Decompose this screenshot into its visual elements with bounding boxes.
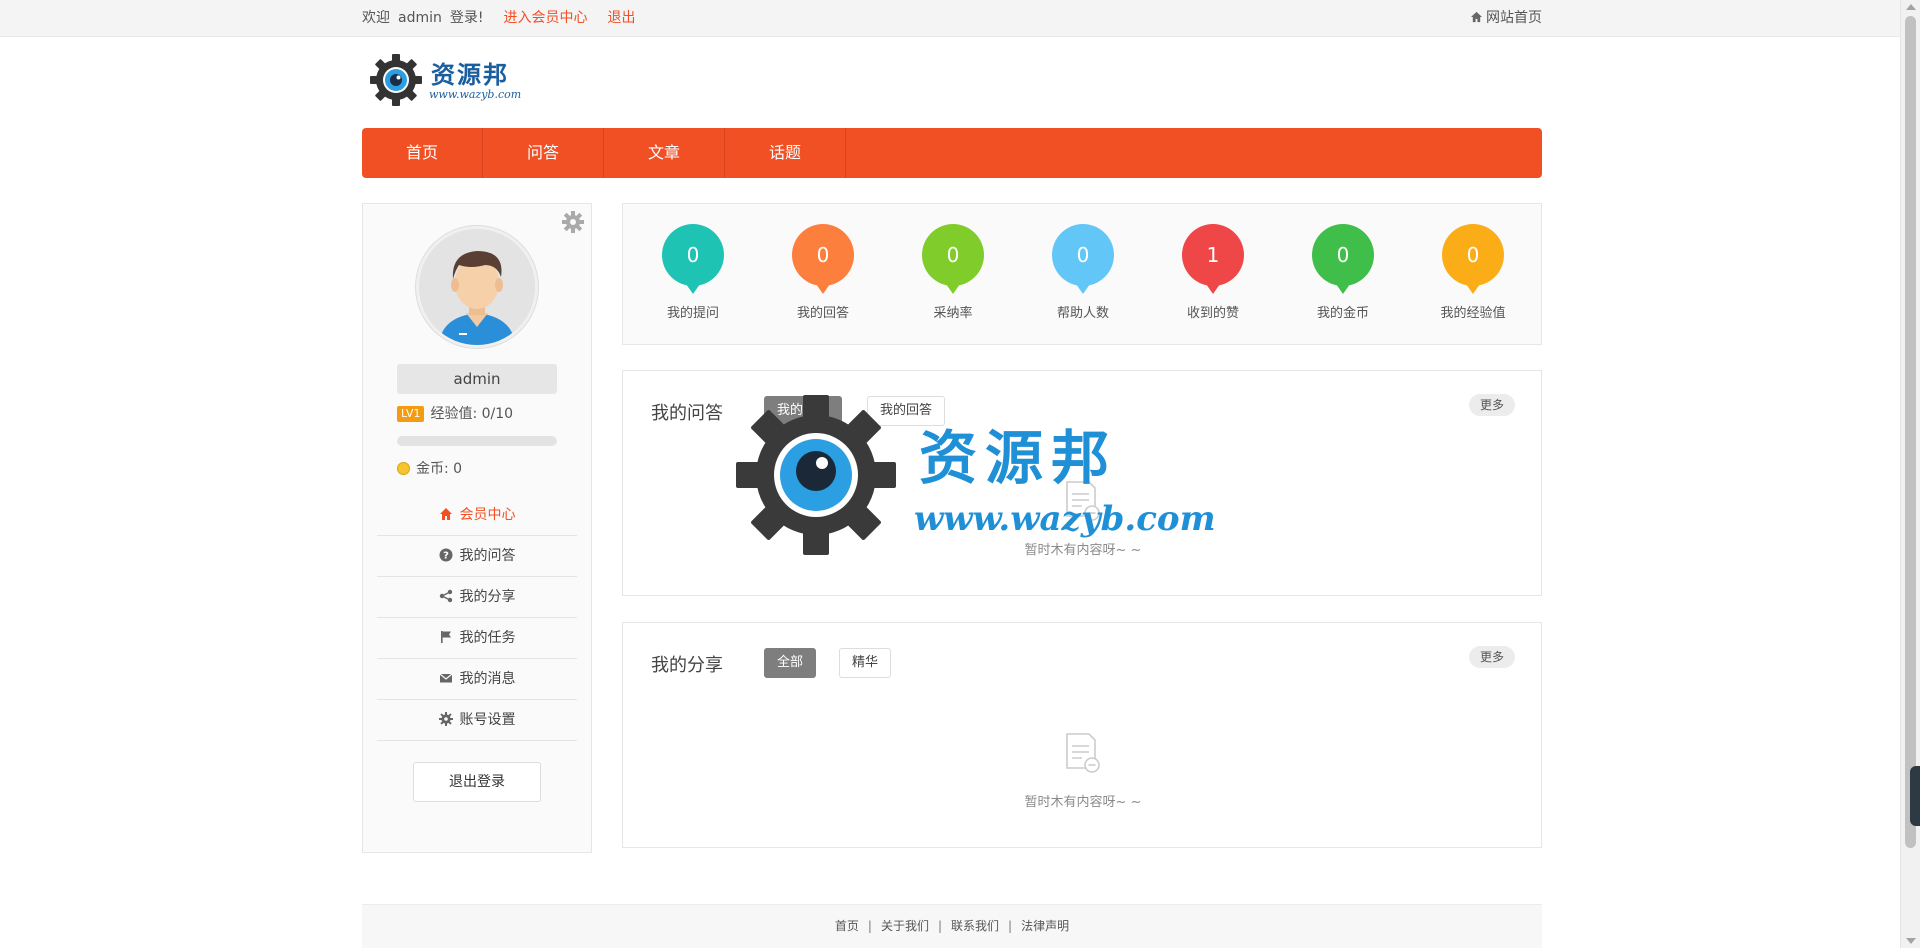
question-icon: ? xyxy=(439,548,452,562)
user-stats: 0 我的提问 0 我的回答 0 采纳率 0 帮助人数 1 收到的赞 0 我的金币 0 我的经验值 xyxy=(622,203,1542,345)
stat-label: 我的经验值 xyxy=(1440,306,1506,321)
sidebar-item-account-settings[interactable]: 账号设置 xyxy=(377,700,577,741)
stat-value-bubble: 0 xyxy=(662,224,724,294)
stat-value-bubble: 0 xyxy=(792,224,854,294)
coins-label: 金币: 0 xyxy=(416,461,463,477)
stat-my-exp[interactable]: 0 我的经验值 xyxy=(1423,224,1523,321)
footer-separator: | xyxy=(867,919,872,933)
sidebar-item-label: 账号设置 xyxy=(459,712,516,728)
stat-label: 采纳率 xyxy=(933,306,973,321)
exp-progress-bar xyxy=(397,436,557,446)
stat-label: 收到的赞 xyxy=(1186,306,1239,321)
avatar-illustration xyxy=(419,229,535,345)
my-shares-panel: 我的分享 全部 精华 更多 暂时木有内容呀~ ~ xyxy=(622,622,1542,848)
flag-icon xyxy=(440,631,451,643)
coins-row: 金币: 0 xyxy=(397,459,462,479)
settings-gear-icon[interactable] xyxy=(562,211,584,233)
share-icon xyxy=(439,589,452,603)
sidebar-item-label: 我的消息 xyxy=(459,671,516,687)
sidebar-item-label: 会员中心 xyxy=(459,507,516,523)
site-home-link[interactable]: 网站首页 xyxy=(1470,0,1542,37)
site-logo[interactable]: 资源邦 www.wazyb.com xyxy=(369,51,529,109)
gear-icon xyxy=(438,712,453,726)
logo-url: www.wazyb.com xyxy=(429,88,522,101)
house-icon xyxy=(1470,11,1483,23)
svg-text:?: ? xyxy=(443,551,449,562)
envelope-icon xyxy=(439,673,452,683)
watermark: 资源邦 www.wazyb.com xyxy=(736,395,1216,555)
stat-my-answers[interactable]: 0 我的回答 xyxy=(773,224,873,321)
stat-value-bubble: 0 xyxy=(1312,224,1374,294)
exp-label: 经验值: 0/10 xyxy=(430,406,514,422)
footer-link-legal[interactable]: 法律声明 xyxy=(1021,919,1069,933)
welcome-label: 欢迎 xyxy=(362,10,390,26)
topbar-username: admin xyxy=(398,10,442,26)
stat-value-bubble: 0 xyxy=(922,224,984,294)
scrollbar-thumb[interactable] xyxy=(1905,16,1916,848)
watermark-name: 资源邦 xyxy=(919,424,1118,492)
stat-accept-rate[interactable]: 0 采纳率 xyxy=(903,224,1003,321)
level-row: LV1 经验值: 0/10 xyxy=(397,404,513,424)
stat-value-bubble: 1 xyxy=(1182,224,1244,294)
nav-item-topics[interactable]: 话题 xyxy=(725,128,846,178)
shares-more-button[interactable]: 更多 xyxy=(1468,646,1515,668)
nav-item-qa[interactable]: 问答 xyxy=(483,128,604,178)
logged-in-label: 登录! xyxy=(449,10,484,26)
nav-item-home[interactable]: 首页 xyxy=(362,128,483,178)
stat-label: 我的回答 xyxy=(796,306,849,321)
empty-document-icon xyxy=(1066,733,1100,773)
sidebar-item-label: 我的分享 xyxy=(459,589,516,605)
sidebar-item-my-tasks[interactable]: 我的任务 xyxy=(377,618,577,659)
stat-label: 我的金币 xyxy=(1316,306,1369,321)
footer-separator: | xyxy=(1008,919,1013,933)
member-center-link[interactable]: 进入会员中心 xyxy=(504,10,588,26)
sidebar-item-member-center[interactable]: 会员中心 xyxy=(377,495,577,536)
footer-link-home[interactable]: 首页 xyxy=(835,919,859,933)
logo-name: 资源邦 xyxy=(431,60,509,89)
logout-button[interactable]: 退出登录 xyxy=(413,762,541,802)
stat-helped-people[interactable]: 0 帮助人数 xyxy=(1033,224,1133,321)
level-badge: LV1 xyxy=(397,406,425,422)
footer-separator: | xyxy=(937,919,943,933)
site-home-label: 网站首页 xyxy=(1486,10,1542,26)
stat-label: 帮助人数 xyxy=(1056,306,1109,321)
watermark-url: www.wazyb.com xyxy=(914,499,1216,539)
qa-more-button[interactable]: 更多 xyxy=(1468,394,1515,416)
footer-link-contact[interactable]: 联系我们 xyxy=(951,919,999,933)
footer-link-about[interactable]: 关于我们 xyxy=(881,919,929,933)
user-sidebar: admin LV1 经验值: 0/10 金币: 0 会员中心 ? 我的问答 我的分享… xyxy=(362,203,592,853)
stat-value-bubble: 0 xyxy=(1442,224,1504,294)
my-qa-title: 我的问答 xyxy=(651,403,723,424)
avatar[interactable] xyxy=(416,226,538,348)
scroll-up-arrow[interactable] xyxy=(1906,4,1916,10)
scroll-down-arrow[interactable] xyxy=(1906,938,1916,944)
sidebar-menu: 会员中心 ? 我的问答 我的分享 我的任务 我的消息 账号设置 xyxy=(377,495,577,741)
logo-gear-icon xyxy=(370,54,422,106)
sidebar-item-my-qa[interactable]: ? 我的问答 xyxy=(377,536,577,577)
stat-my-coins[interactable]: 0 我的金币 xyxy=(1293,224,1393,321)
my-shares-title: 我的分享 xyxy=(651,655,723,676)
footer: 首页 | 关于我们 | 联系我们 | 法律声明 xyxy=(362,904,1542,948)
tab-featured[interactable]: 精华 xyxy=(839,648,892,678)
stat-my-questions[interactable]: 0 我的提问 xyxy=(643,224,743,321)
tab-all[interactable]: 全部 xyxy=(764,648,817,678)
sidebar-item-my-messages[interactable]: 我的消息 xyxy=(377,659,577,700)
sidebar-username: admin xyxy=(397,364,557,394)
coin-icon xyxy=(397,462,410,475)
stat-label: 我的提问 xyxy=(666,306,719,321)
stat-likes-received[interactable]: 1 收到的赞 xyxy=(1163,224,1263,321)
home-icon xyxy=(439,508,452,520)
sidebar-item-label: 我的问答 xyxy=(459,548,516,564)
nav-item-articles[interactable]: 文章 xyxy=(604,128,725,178)
top-bar: 欢迎 admin 登录! 进入会员中心 退出 网站首页 xyxy=(0,0,1900,37)
welcome-text: 欢迎 admin 登录! 进入会员中心 退出 xyxy=(362,10,644,26)
sidebar-item-label: 我的任务 xyxy=(459,630,516,646)
logout-link[interactable]: 退出 xyxy=(608,10,636,26)
watermark-gear-icon xyxy=(736,395,896,555)
main-nav: 首页 问答 文章 话题 xyxy=(362,128,1542,178)
stat-value-bubble: 0 xyxy=(1052,224,1114,294)
sidebar-item-my-shares[interactable]: 我的分享 xyxy=(377,577,577,618)
shares-empty-text: 暂时木有内容呀~ ~ xyxy=(1024,795,1142,810)
floating-side-widget[interactable] xyxy=(1910,766,1920,826)
